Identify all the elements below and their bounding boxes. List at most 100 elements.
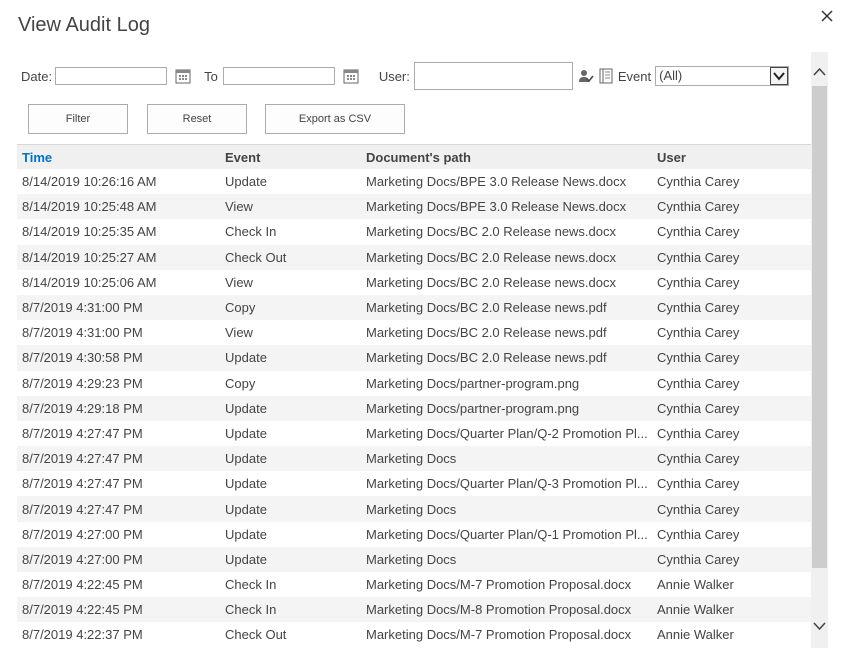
chevron-up-icon[interactable] [811,64,828,81]
table-row[interactable]: 8/7/2019 4:30:58 PM Update Marketing Docs/… [17,345,811,371]
table-row[interactable]: 8/7/2019 4:29:18 PM Update Marketing Docs/… [17,395,811,421]
user-input[interactable] [413,62,573,90]
calendar-icon[interactable] [175,68,191,84]
cell-user: Cynthia Carey [652,546,811,572]
date-label: Date: [21,68,53,84]
table-row[interactable]: 8/7/2019 4:27:00 PM Update Marketing Docs C… [17,546,811,572]
table-row[interactable]: 8/7/2019 4:31:00 PM Copy Marketing Docs/BC… [17,294,811,321]
column-header-time[interactable]: Time [17,144,220,169]
event-selected-value: (All) [659,68,683,83]
cell-user: Cynthia Carey [652,194,811,220]
column-header-document-path[interactable]: Document's path [361,144,652,169]
cell-event: Update [225,526,267,542]
filter-row: Date: To User: Event (All) [21,61,790,91]
cell-document-path: Marketing Docs/BC 2.0 Release news.docx [366,224,617,240]
close-icon[interactable] [819,10,835,26]
cell-time: 8/14/2019 10:25:35 AM [22,224,157,240]
column-header-user[interactable]: User [652,144,811,169]
table-row[interactable]: 8/7/2019 4:27:00 PM Update Marketing Docs/… [17,522,811,547]
cell-user: Cynthia Carey [657,325,740,341]
cell-document-path: Marketing Docs [361,446,652,472]
cell-time: 8/14/2019 10:26:16 AM [22,174,157,190]
cell-time: 8/7/2019 4:27:47 PM [17,496,220,522]
cell-event: Check Out [220,244,361,270]
cell-document-path: Marketing Docs/BPE 3.0 Release News.docx [366,174,627,190]
table-row[interactable]: 8/7/2019 4:22:45 PM Check In Marketing Doc… [17,572,811,597]
cell-event: Check Out [225,627,287,643]
scrollbar-thumb[interactable] [812,86,827,568]
cell-user: Cynthia Carey [657,274,740,290]
chevron-down-icon[interactable] [770,67,789,85]
event-select[interactable]: (All) [655,66,790,86]
cell-document-path: Marketing Docs/BC 2.0 Release news.pdf [361,294,652,321]
table-row[interactable]: 8/14/2019 10:25:06 AM View Marketing Docs/… [17,270,811,295]
cell-event: Check In [220,597,361,623]
export-csv-button[interactable]: Export as CSV [265,104,405,134]
cell-event: Update [220,446,361,472]
cell-document-path: Marketing Docs/BC 2.0 Release news.pdf [361,345,652,371]
table-row[interactable]: 8/14/2019 10:25:27 AM Check Out Marketing … [17,244,811,270]
cell-time: 8/7/2019 4:22:45 PM [22,577,143,593]
chevron-down-icon[interactable] [811,617,828,634]
cell-document-path: Marketing Docs/M-7 Promotion Proposal.do… [366,627,632,643]
table-row[interactable]: 8/7/2019 4:27:47 PM Update Marketing Docs/… [17,421,811,446]
cell-document-path: Marketing Docs/M-8 Promotion Proposal.do… [361,597,652,623]
cell-event: View [225,274,253,290]
table-row[interactable]: 8/7/2019 4:22:37 PM Check Out Marketing Do… [17,622,811,647]
table-row[interactable]: 8/7/2019 4:27:47 PM Update Marketing Docs/… [17,471,811,496]
table-row[interactable]: 8/14/2019 10:26:16 AM Update Marketing Doc… [17,169,811,194]
reset-button[interactable]: Reset [147,104,247,134]
dialog-title: View Audit Log [18,14,150,36]
cell-time: 8/7/2019 4:27:00 PM [17,546,220,572]
address-book-icon[interactable] [598,68,614,84]
cell-user: Cynthia Carey [652,395,811,421]
cell-document-path: Marketing Docs/M-7 Promotion Proposal.do… [366,577,632,593]
cell-document-path: Marketing Docs [361,496,652,522]
cell-time: 8/7/2019 4:31:00 PM [17,294,220,321]
table-row[interactable]: 8/7/2019 4:27:47 PM Update Marketing Docs C… [17,496,811,522]
cell-event: Update [220,546,361,572]
people-picker-icon[interactable] [578,68,594,84]
date-to-input[interactable] [222,67,335,85]
table-row[interactable]: 8/7/2019 4:27:47 PM Update Marketing Docs C… [17,446,811,472]
cell-user: Cynthia Carey [652,446,811,472]
cell-event: Update [220,395,361,421]
cell-event: View [225,325,253,341]
table-row[interactable]: 8/7/2019 4:31:00 PM View Marketing Docs/BC… [17,320,811,345]
cell-event: View [220,194,361,220]
table-header-row: Time Event Document's path User [17,144,811,169]
cell-user: Cynthia Carey [652,294,811,321]
cell-user: Cynthia Carey [657,526,740,542]
table-row[interactable]: 8/14/2019 10:25:48 AM View Marketing Docs/… [17,194,811,220]
to-label: To [204,68,218,84]
cell-document-path: Marketing Docs/BPE 3.0 Release News.docx [361,194,652,220]
cell-user: Cynthia Carey [657,174,740,190]
vertical-scrollbar[interactable] [811,52,828,648]
cell-user: Cynthia Carey [657,476,740,492]
cell-user: Cynthia Carey [652,244,811,270]
table-row[interactable]: 8/7/2019 4:29:23 PM Copy Marketing Docs/pa… [17,371,811,396]
cell-event: Update [225,425,267,441]
table-row[interactable]: 8/14/2019 10:25:35 AM Check In Marketing D… [17,219,811,244]
table-row[interactable]: 8/7/2019 4:22:45 PM Check In Marketing Doc… [17,597,811,623]
cell-document-path: Marketing Docs/partner-program.png [361,395,652,421]
cell-user: Annie Walker [652,597,811,623]
cell-user: Cynthia Carey [652,345,811,371]
cell-user: Cynthia Carey [657,425,740,441]
date-from-input[interactable] [55,67,168,85]
cell-time: 8/7/2019 4:27:00 PM [22,526,143,542]
cell-time: 8/7/2019 4:27:47 PM [22,425,143,441]
cell-document-path: Marketing Docs/BC 2.0 Release news.pdf [366,325,607,341]
cell-event: Check In [225,577,277,593]
column-header-event[interactable]: Event [220,144,361,169]
filter-button[interactable]: Filter [28,104,128,134]
cell-document-path: Marketing Docs/Quarter Plan/Q-3 Promotio… [366,476,648,492]
cell-event: Copy [220,294,361,321]
calendar-icon[interactable] [343,68,359,84]
cell-document-path: Marketing Docs/Quarter Plan/Q-1 Promotio… [366,526,648,542]
cell-time: 8/7/2019 4:27:47 PM [17,446,220,472]
cell-time: 8/7/2019 4:27:47 PM [22,476,143,492]
cell-time: 8/7/2019 4:31:00 PM [22,325,143,341]
cell-user: Annie Walker [657,627,734,643]
cell-time: 8/14/2019 10:25:27 AM [17,244,220,270]
